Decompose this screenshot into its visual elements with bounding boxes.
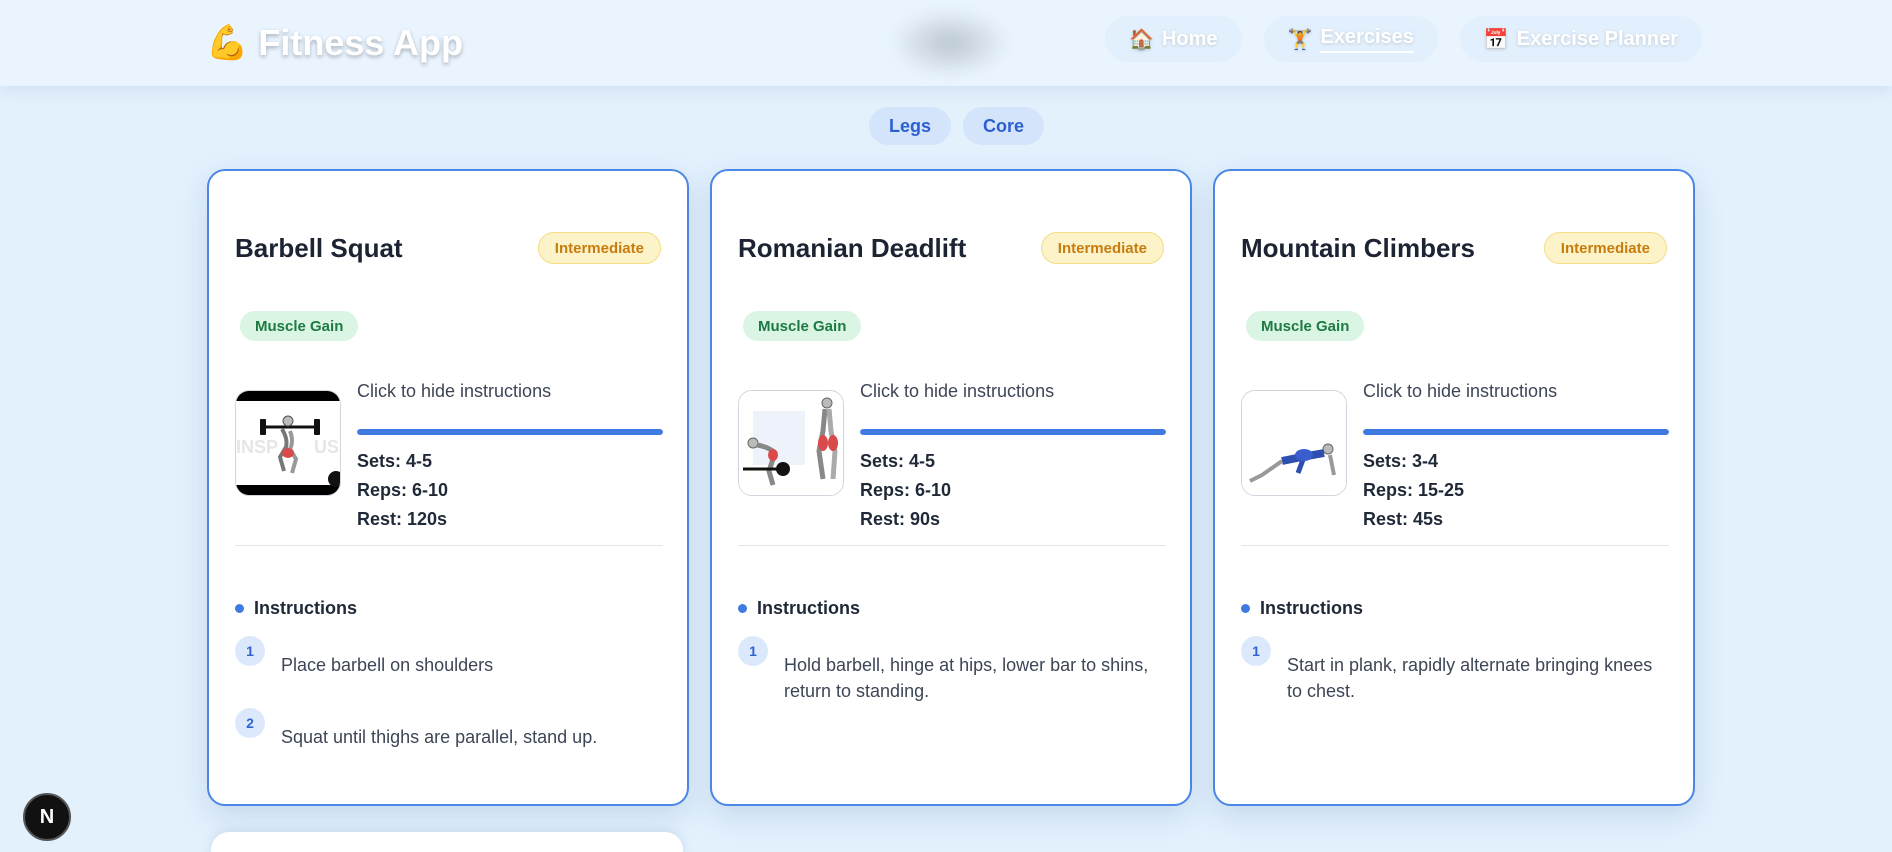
divider [738,545,1166,546]
exercise-image[interactable] [738,390,844,496]
next-exercise-card[interactable] [211,832,683,852]
calendar-icon: 📅 [1483,28,1509,51]
progress-bar [357,429,663,435]
main-nav: 🏠 Home 🏋 Exercises 📅 Exercise Planner [1105,16,1702,62]
svg-text:US: US [314,437,339,457]
bullet-dot-icon [1241,604,1250,613]
step-text: Hold barbell, hinge at hips, lower bar t… [784,655,1149,701]
progress-fill [860,429,1166,435]
toggle-instructions-link[interactable]: Click to hide instructions [860,381,1054,402]
reps-value: Reps: 15-25 [1363,480,1465,500]
divider [1241,545,1669,546]
toggle-instructions-link[interactable]: Click to hide instructions [1363,381,1557,402]
squat-illustration-icon: INSP US [236,391,340,495]
instructions-heading: Instructions [235,598,357,619]
progress-fill [357,429,663,435]
rest-value: Rest: 45s [1363,509,1444,529]
rest-value: Rest: 90s [860,509,941,529]
step-text: Start in plank, rapidly alternate bringi… [1287,655,1653,701]
exercise-stats: Sets: 3-4 Reps: 15-25 Rest: 45s [1363,447,1464,534]
step-number: 2 [235,708,265,738]
bullet-dot-icon [235,604,244,613]
nav-planner-label: Exercise Planner [1516,27,1678,50]
progress-bar [860,429,1166,435]
sets-value: Sets: 3-4 [1363,451,1439,471]
divider [235,545,663,546]
instructions-label: Instructions [757,598,861,618]
rest-value: Rest: 120s [357,509,448,529]
exercise-image[interactable]: INSP US [235,390,341,496]
instructions-label: Instructions [1260,598,1364,618]
instructions-heading: Instructions [1241,598,1363,619]
toggle-instructions-link[interactable]: Click to hide instructions [357,381,551,402]
difficulty-badge: Intermediate [1543,232,1667,264]
reps-value: Reps: 6-10 [357,480,449,500]
instructions-label: Instructions [254,598,358,618]
dev-tools-badge[interactable]: N [23,793,71,841]
step-text: Place barbell on shoulders [281,655,494,675]
sets-value: Sets: 4-5 [860,451,936,471]
progress-fill [1363,429,1669,435]
nav-exercises[interactable]: 🏋 Exercises [1263,16,1438,62]
exercise-card-mountain-climbers[interactable]: Mountain Climbers Intermediate Muscle Ga… [1213,169,1695,806]
nav-exercise-planner[interactable]: 📅 Exercise Planner [1459,16,1702,62]
muscle-filter-chips: Legs Core [869,107,1045,145]
reps-value: Reps: 6-10 [860,480,952,500]
goal-tag: Muscle Gain [1246,311,1365,341]
exercise-title: Mountain Climbers [1241,233,1476,263]
goal-tag: Muscle Gain [743,311,862,341]
step-number: 1 [235,636,265,666]
exercise-stats: Sets: 4-5 Reps: 6-10 Rest: 120s [357,447,448,534]
flexed-biceps-icon: 💪 [206,24,249,62]
nav-home-label: Home [1161,27,1218,50]
filter-chip-legs[interactable]: Legs [869,107,952,145]
weightlifter-icon: 🏋 [1287,28,1313,51]
instructions-heading: Instructions [738,598,860,619]
difficulty-badge: Intermediate [1040,232,1164,264]
goal-tag: Muscle Gain [240,311,359,341]
progress-bar [1363,429,1669,435]
step-number: 1 [1241,636,1271,666]
svg-text:INSP: INSP [236,437,278,457]
deadlift-illustration-icon [739,391,843,495]
app-title: Fitness App [258,22,464,63]
exercise-image[interactable] [1241,390,1347,496]
top-header: 💪 Fitness App 🏠 Home 🏋 Exercises 📅 Exerc… [0,0,1892,86]
mountain-climber-illustration-icon [1242,391,1346,495]
filter-chip-core[interactable]: Core [963,107,1045,145]
exercise-stats: Sets: 4-5 Reps: 6-10 Rest: 90s [860,447,951,534]
step-number: 1 [738,636,768,666]
nav-home[interactable]: 🏠 Home [1105,16,1242,62]
exercise-title: Barbell Squat [235,233,403,263]
exercise-card-romanian-deadlift[interactable]: Romanian Deadlift Intermediate Muscle Ga… [710,169,1192,806]
nav-exercises-label: Exercises [1320,26,1414,53]
sets-value: Sets: 4-5 [357,451,433,471]
exercise-card-barbell-squat[interactable]: Barbell Squat Intermediate Muscle Gain I… [207,169,689,806]
step-text: Squat until thighs are parallel, stand u… [281,727,598,747]
exercise-title: Romanian Deadlift [738,233,967,263]
brand[interactable]: 💪 Fitness App [206,22,463,64]
house-icon: 🏠 [1129,28,1154,51]
difficulty-badge: Intermediate [537,232,661,264]
blurred-region [890,8,1010,78]
bullet-dot-icon [738,604,747,613]
